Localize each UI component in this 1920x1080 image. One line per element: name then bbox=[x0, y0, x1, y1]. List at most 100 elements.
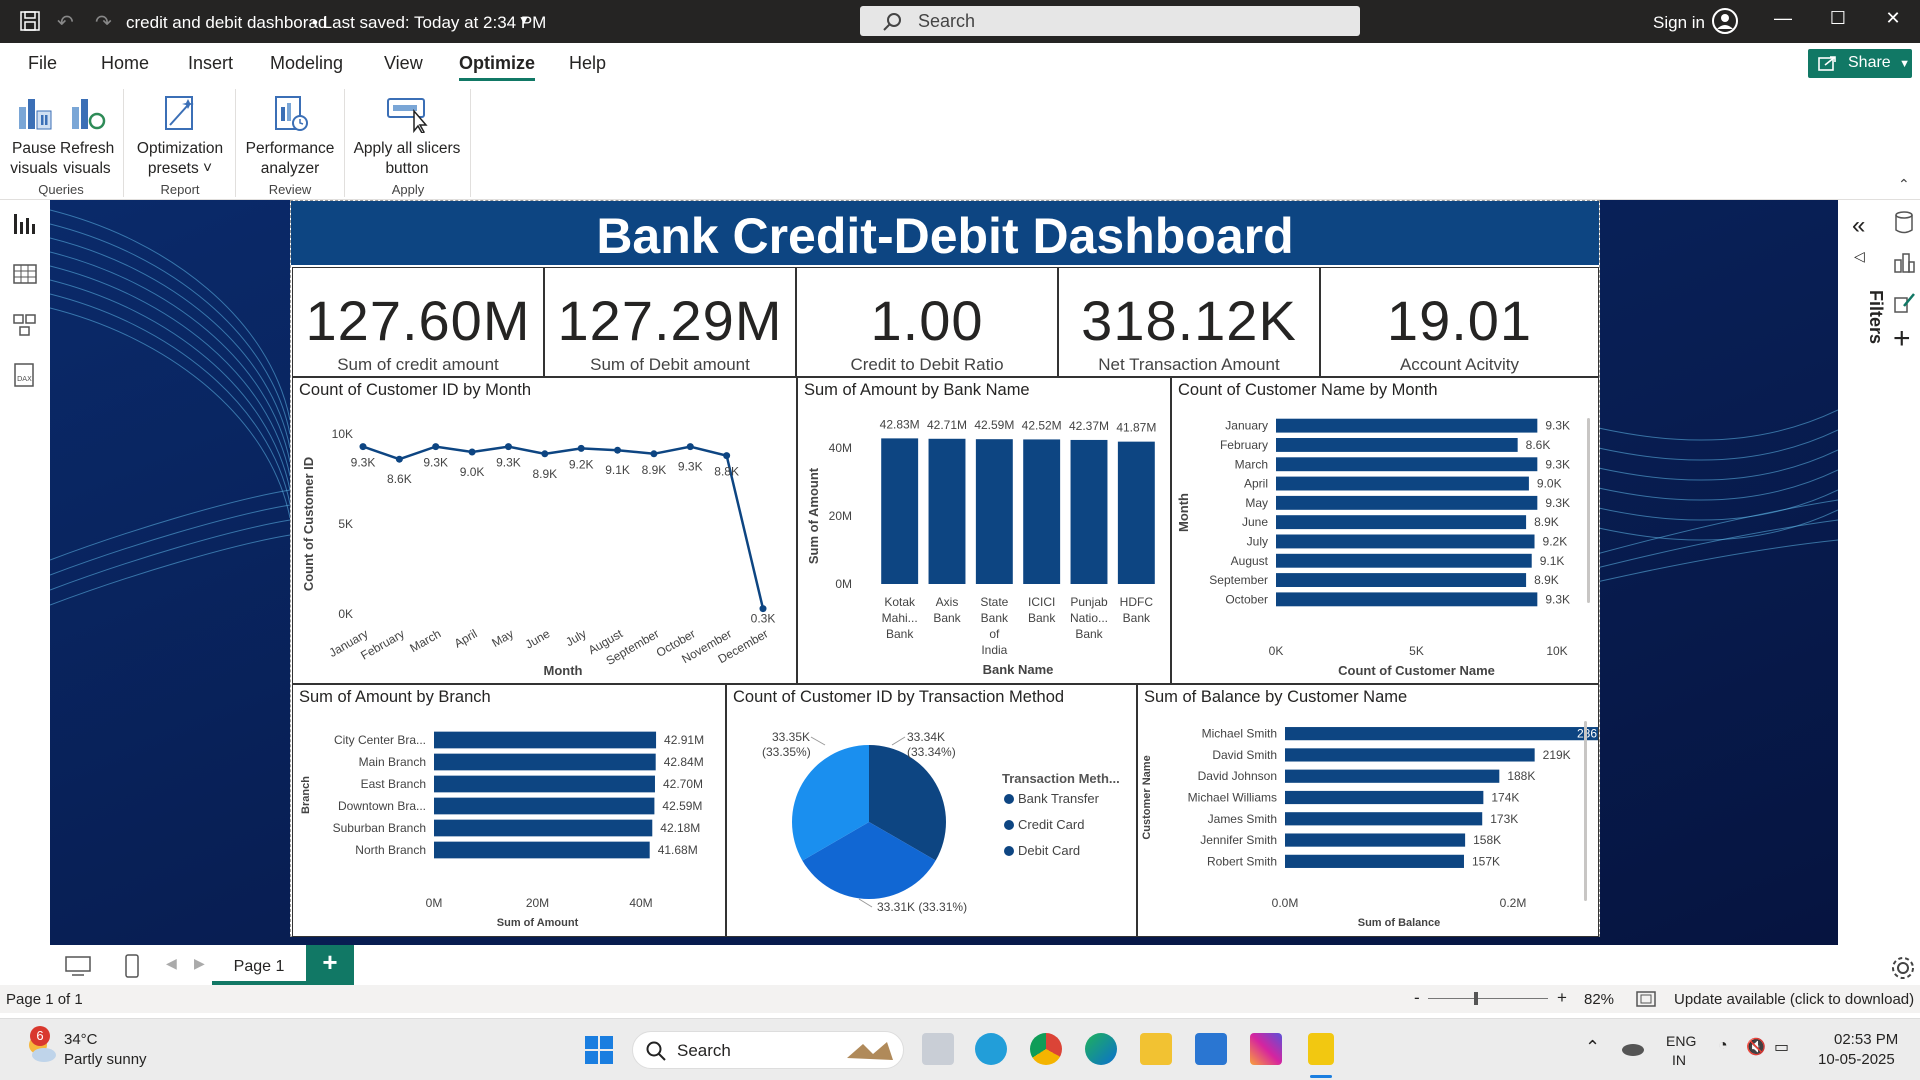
task-view-icon[interactable] bbox=[922, 1033, 954, 1065]
menu-insert[interactable]: Insert bbox=[188, 53, 233, 74]
data-point[interactable] bbox=[504, 443, 512, 451]
bar[interactable] bbox=[928, 438, 966, 584]
performance-analyzer-button[interactable]: Performance analyzer bbox=[244, 93, 336, 179]
fit-to-page-icon[interactable] bbox=[1636, 991, 1656, 1007]
bar[interactable] bbox=[434, 841, 650, 859]
table-view-icon[interactable] bbox=[12, 262, 38, 288]
bar[interactable] bbox=[1285, 727, 1598, 741]
menu-help[interactable]: Help bbox=[569, 53, 606, 74]
bar[interactable] bbox=[1276, 573, 1527, 587]
kpi-card-net[interactable]: 318.12K Net Transaction Amount bbox=[1058, 267, 1320, 377]
mobile-layout-icon[interactable] bbox=[124, 953, 140, 979]
data-point[interactable] bbox=[395, 455, 403, 463]
kpi-card-ratio[interactable]: 1.00 Credit to Debit Ratio bbox=[796, 267, 1058, 377]
collapse-ribbon-icon[interactable]: ⌃ bbox=[1898, 176, 1910, 193]
language-eng[interactable]: ENG bbox=[1666, 1033, 1696, 1049]
bar[interactable] bbox=[1285, 769, 1500, 783]
desktop-layout-icon[interactable] bbox=[64, 955, 92, 977]
wifi-icon[interactable]: ◔ bbox=[1718, 1037, 1728, 1055]
data-point[interactable] bbox=[650, 450, 658, 458]
zoom-in-button[interactable]: + bbox=[1557, 988, 1567, 1008]
menu-optimize[interactable]: Optimize bbox=[459, 53, 536, 81]
report-view-icon[interactable] bbox=[12, 212, 38, 238]
format-pane-icon[interactable] bbox=[1892, 290, 1916, 316]
bar[interactable] bbox=[434, 753, 656, 771]
bar[interactable] bbox=[1276, 418, 1538, 433]
bar[interactable] bbox=[1023, 439, 1061, 584]
scrollbar[interactable] bbox=[1584, 721, 1587, 901]
instagram-icon[interactable] bbox=[1250, 1033, 1282, 1065]
bar[interactable] bbox=[1285, 833, 1466, 847]
data-point[interactable] bbox=[541, 450, 549, 458]
add-page-button[interactable]: + bbox=[306, 945, 354, 985]
data-point[interactable] bbox=[577, 444, 585, 452]
file-explorer-icon[interactable] bbox=[1140, 1033, 1172, 1065]
menu-home[interactable]: Home bbox=[101, 53, 149, 74]
data-point[interactable] bbox=[723, 452, 731, 460]
update-available-link[interactable]: Update available (click to download) bbox=[1674, 991, 1914, 1008]
edge-icon[interactable] bbox=[1085, 1033, 1117, 1065]
menu-file[interactable]: File bbox=[28, 53, 57, 74]
close-button[interactable]: ✕ bbox=[1878, 8, 1908, 34]
bar[interactable] bbox=[1285, 812, 1483, 826]
hbar-chart-names-by-month[interactable]: Count of Customer Name by Month January 9… bbox=[1171, 377, 1599, 684]
bar[interactable] bbox=[1276, 534, 1535, 549]
clock-time[interactable]: 02:53 PM bbox=[1834, 1031, 1898, 1048]
data-point[interactable] bbox=[432, 443, 440, 451]
bar[interactable] bbox=[434, 819, 653, 837]
bar[interactable] bbox=[1276, 457, 1538, 472]
show-hidden-icons[interactable]: ⌃ bbox=[1585, 1037, 1600, 1058]
bar[interactable] bbox=[434, 775, 655, 793]
zoom-slider[interactable] bbox=[1428, 998, 1548, 999]
data-point[interactable] bbox=[614, 446, 622, 454]
tab-page-1[interactable]: Page 1 bbox=[212, 945, 306, 985]
data-pane-icon[interactable] bbox=[1892, 210, 1916, 236]
model-view-icon[interactable] bbox=[12, 312, 38, 338]
minimize-button[interactable]: — bbox=[1768, 8, 1798, 34]
bar[interactable] bbox=[434, 797, 655, 815]
language-in[interactable]: IN bbox=[1672, 1052, 1686, 1068]
data-point[interactable] bbox=[468, 448, 476, 456]
power-bi-icon[interactable] bbox=[1308, 1033, 1334, 1065]
taskbar-search[interactable]: Search bbox=[632, 1031, 904, 1069]
optimization-presets-button[interactable]: Optimization presets ˅ bbox=[132, 93, 228, 179]
bar[interactable] bbox=[975, 439, 1013, 584]
data-point[interactable] bbox=[359, 443, 367, 451]
account-icon[interactable] bbox=[1712, 8, 1738, 34]
scrollbar[interactable] bbox=[1587, 418, 1590, 603]
microsoft-store-icon[interactable] bbox=[1195, 1033, 1227, 1065]
battery-icon[interactable]: ▭ bbox=[1774, 1037, 1789, 1057]
zoom-out-button[interactable]: - bbox=[1414, 988, 1420, 1008]
zoom-slider-thumb[interactable] bbox=[1474, 992, 1478, 1005]
line-chart-customers-by-month[interactable]: Count of Customer ID by Month 0K 5K 10K Cou… bbox=[292, 377, 797, 684]
bar[interactable] bbox=[1276, 495, 1538, 510]
bar[interactable] bbox=[1117, 441, 1155, 584]
kpi-card-credit[interactable]: 127.60M Sum of credit amount bbox=[292, 267, 544, 377]
redo-icon[interactable]: ↷ bbox=[95, 10, 112, 35]
bar[interactable] bbox=[1285, 854, 1464, 868]
hbar-chart-balance-by-customer[interactable]: Sum of Balance by Customer Name Michael … bbox=[1137, 684, 1599, 937]
bar[interactable] bbox=[1276, 515, 1527, 530]
prev-page-icon[interactable]: ◀ bbox=[166, 955, 177, 972]
bar[interactable] bbox=[1276, 592, 1538, 607]
apply-all-slicers-button[interactable]: Apply all slicers button bbox=[352, 93, 462, 179]
sign-in-link[interactable]: Sign in bbox=[1653, 13, 1705, 33]
telegram-icon[interactable] bbox=[975, 1033, 1007, 1065]
filters-pane-toggle[interactable]: Filters bbox=[1846, 290, 1886, 370]
chevron-down-icon[interactable]: ▼ bbox=[518, 13, 530, 27]
dax-query-view-icon[interactable]: DAX bbox=[12, 362, 38, 388]
save-icon[interactable] bbox=[20, 11, 40, 31]
undo-icon[interactable]: ↶ bbox=[57, 10, 74, 35]
share-button[interactable]: Share ▼ bbox=[1808, 49, 1912, 78]
maximize-button[interactable]: ☐ bbox=[1823, 8, 1853, 34]
kpi-card-activity[interactable]: 19.01 Account Acitvity bbox=[1320, 267, 1599, 377]
search-box[interactable]: Search bbox=[860, 6, 1360, 36]
bar[interactable] bbox=[1276, 476, 1529, 491]
bar[interactable] bbox=[434, 731, 657, 749]
data-point[interactable] bbox=[686, 443, 694, 451]
bar[interactable] bbox=[1285, 748, 1535, 762]
visualizations-pane-icon[interactable] bbox=[1892, 250, 1916, 276]
kpi-card-debit[interactable]: 127.29M Sum of Debit amount bbox=[544, 267, 796, 377]
bar-chart-amount-by-bank[interactable]: Sum of Amount by Bank Name 0M 20M 40M Sum o… bbox=[797, 377, 1171, 684]
collapse-panes-icon[interactable]: « bbox=[1852, 212, 1865, 240]
